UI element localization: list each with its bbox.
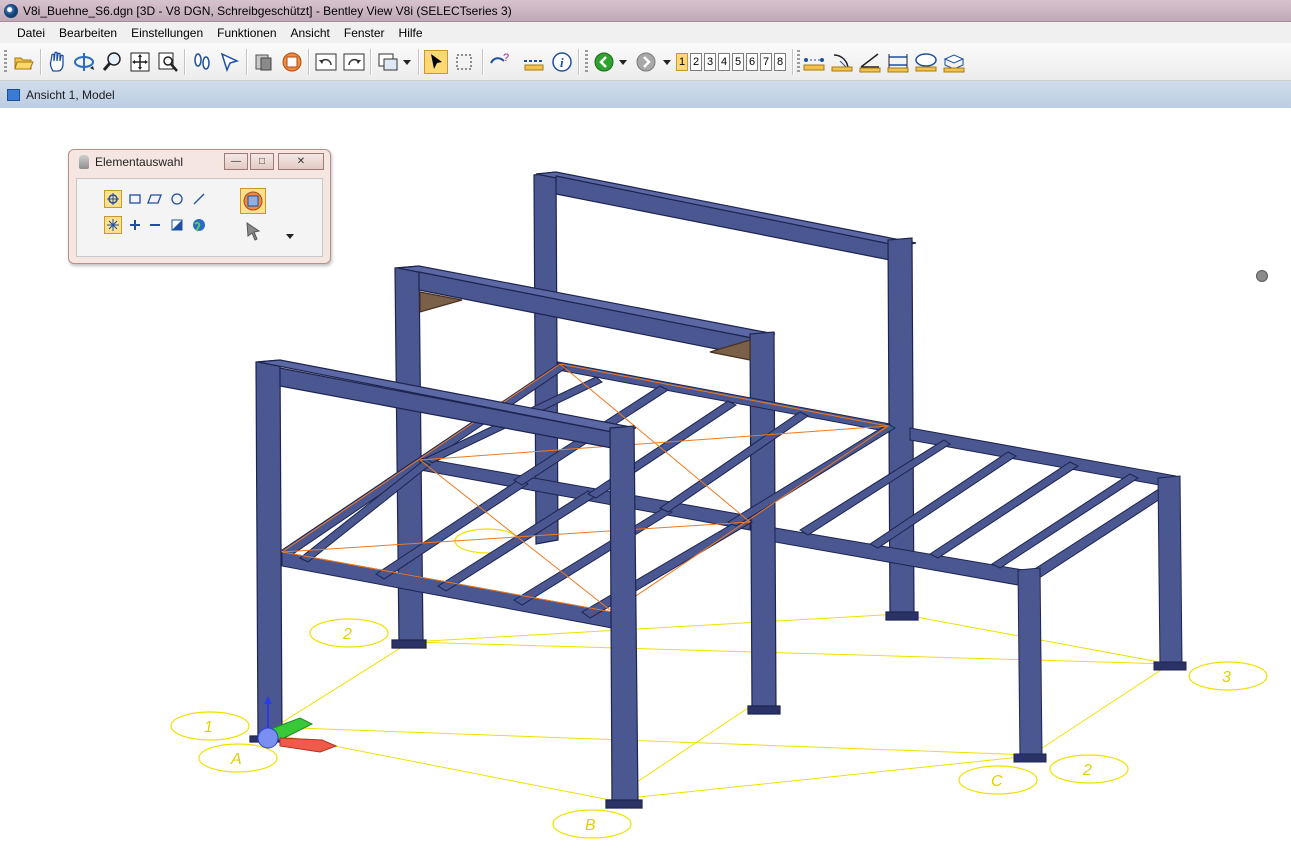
- subtract-selection-icon[interactable]: [146, 216, 164, 234]
- selection-pointer-icon[interactable]: [243, 219, 263, 243]
- select-arrow-icon[interactable]: [218, 50, 242, 74]
- redo-view-icon[interactable]: [342, 50, 366, 74]
- view-button-2[interactable]: 2: [690, 53, 702, 71]
- walk-icon[interactable]: [190, 50, 214, 74]
- panel-restore-button[interactable]: □: [250, 153, 274, 170]
- window-area-icon[interactable]: [156, 50, 180, 74]
- invert-selection-icon[interactable]: [168, 216, 186, 234]
- measure-radius-icon[interactable]: [830, 50, 854, 74]
- element-selection-icon[interactable]: [424, 50, 448, 74]
- menu-fenster[interactable]: Fenster: [337, 26, 392, 40]
- grid-label-c: C: [991, 773, 1003, 790]
- view-button-3[interactable]: 3: [704, 53, 716, 71]
- grid-label-b: B: [585, 817, 596, 834]
- info-icon[interactable]: i: [550, 50, 574, 74]
- new-selection-icon[interactable]: [104, 216, 122, 234]
- element-info-icon[interactable]: ?: [488, 50, 512, 74]
- svg-text:?: ?: [503, 52, 509, 64]
- measure-volume-icon[interactable]: [942, 50, 966, 74]
- measure-length-icon[interactable]: [886, 50, 910, 74]
- view-button-4[interactable]: 4: [718, 53, 730, 71]
- view-button-6[interactable]: 6: [746, 53, 758, 71]
- menu-einstellungen[interactable]: Einstellungen: [124, 26, 210, 40]
- block-select-icon[interactable]: [126, 190, 144, 208]
- title-bar: V8i_Buehne_S6.dgn [3D - V8 DGN, Schreibg…: [0, 0, 1291, 22]
- menu-funktionen[interactable]: Funktionen: [210, 26, 283, 40]
- rotate-view-icon[interactable]: [72, 50, 96, 74]
- toolbar-grip[interactable]: [4, 50, 7, 74]
- panel-icon: [79, 155, 89, 169]
- floor-beams-right: [774, 427, 1187, 763]
- view-window-dropdown-icon[interactable]: [400, 50, 414, 74]
- menu-hilfe[interactable]: Hilfe: [392, 26, 430, 40]
- panel-close-button[interactable]: ✕: [278, 153, 324, 170]
- selection-display-icon[interactable]: [240, 188, 266, 214]
- toolbar-grip[interactable]: [585, 50, 588, 74]
- element-selection-panel: Elementauswahl — □ ✕: [68, 149, 331, 264]
- window-title: V8i_Buehne_S6.dgn [3D - V8 DGN, Schreibg…: [23, 3, 512, 18]
- app-logo-icon[interactable]: [4, 3, 18, 18]
- line-select-icon[interactable]: [190, 190, 208, 208]
- main-toolbar: ? i 1 2 3 4 5 6 7 8: [0, 43, 1291, 81]
- grid-label-3: 3: [1222, 669, 1231, 686]
- view-header: Ansicht 1, Model: [0, 81, 1291, 109]
- back-dropdown-icon[interactable]: [616, 50, 630, 74]
- view-button-7[interactable]: 7: [760, 53, 772, 71]
- view-button-1[interactable]: 1: [676, 53, 688, 71]
- back-green-icon[interactable]: [592, 50, 616, 74]
- measure-area-icon[interactable]: [914, 50, 938, 74]
- zoom-icon[interactable]: [100, 50, 124, 74]
- fit-view-icon[interactable]: [128, 50, 152, 74]
- individual-select-icon[interactable]: [104, 190, 122, 208]
- view-button-8[interactable]: 8: [774, 53, 786, 71]
- svg-text:i: i: [560, 55, 564, 70]
- forward-gray-icon[interactable]: [634, 50, 658, 74]
- display-style-icon[interactable]: [280, 50, 304, 74]
- panel-minimize-button[interactable]: —: [224, 153, 248, 170]
- circle-select-icon[interactable]: [168, 190, 186, 208]
- add-selection-icon[interactable]: [126, 216, 144, 234]
- grid-label-2-right: 2: [1082, 762, 1092, 779]
- view-cube-icon[interactable]: [7, 88, 20, 101]
- view-title: Ansicht 1, Model: [26, 87, 115, 102]
- grid-label-a: A: [230, 751, 242, 768]
- forward-dropdown-icon[interactable]: [660, 50, 674, 74]
- measure-icon[interactable]: [522, 50, 546, 74]
- menu-ansicht[interactable]: Ansicht: [284, 26, 337, 40]
- grid-label-2-left: 2: [342, 626, 352, 643]
- measure-distance-icon[interactable]: [802, 50, 826, 74]
- view-button-5[interactable]: 5: [732, 53, 744, 71]
- panel-dropdown-icon[interactable]: [281, 227, 299, 245]
- fence-icon[interactable]: [452, 50, 476, 74]
- select-all-icon[interactable]: [190, 216, 208, 234]
- saved-view-icon[interactable]: [252, 50, 276, 74]
- pan-hand-icon[interactable]: [45, 50, 69, 74]
- panel-title: Elementauswahl: [95, 155, 184, 169]
- view-window-icon[interactable]: [376, 50, 400, 74]
- menu-bar: Datei Bearbeiten Einstellungen Funktione…: [0, 22, 1291, 43]
- measure-angle-icon[interactable]: [858, 50, 882, 74]
- toolbar-grip[interactable]: [797, 50, 800, 74]
- shape-select-icon[interactable]: [146, 190, 164, 208]
- open-icon[interactable]: [12, 50, 36, 74]
- grid-label-1: 1: [204, 719, 213, 736]
- view-handle-icon[interactable]: [1256, 270, 1268, 282]
- panel-body: [76, 178, 323, 257]
- menu-datei[interactable]: Datei: [10, 26, 52, 40]
- menu-bearbeiten[interactable]: Bearbeiten: [52, 26, 124, 40]
- undo-view-icon[interactable]: [314, 50, 338, 74]
